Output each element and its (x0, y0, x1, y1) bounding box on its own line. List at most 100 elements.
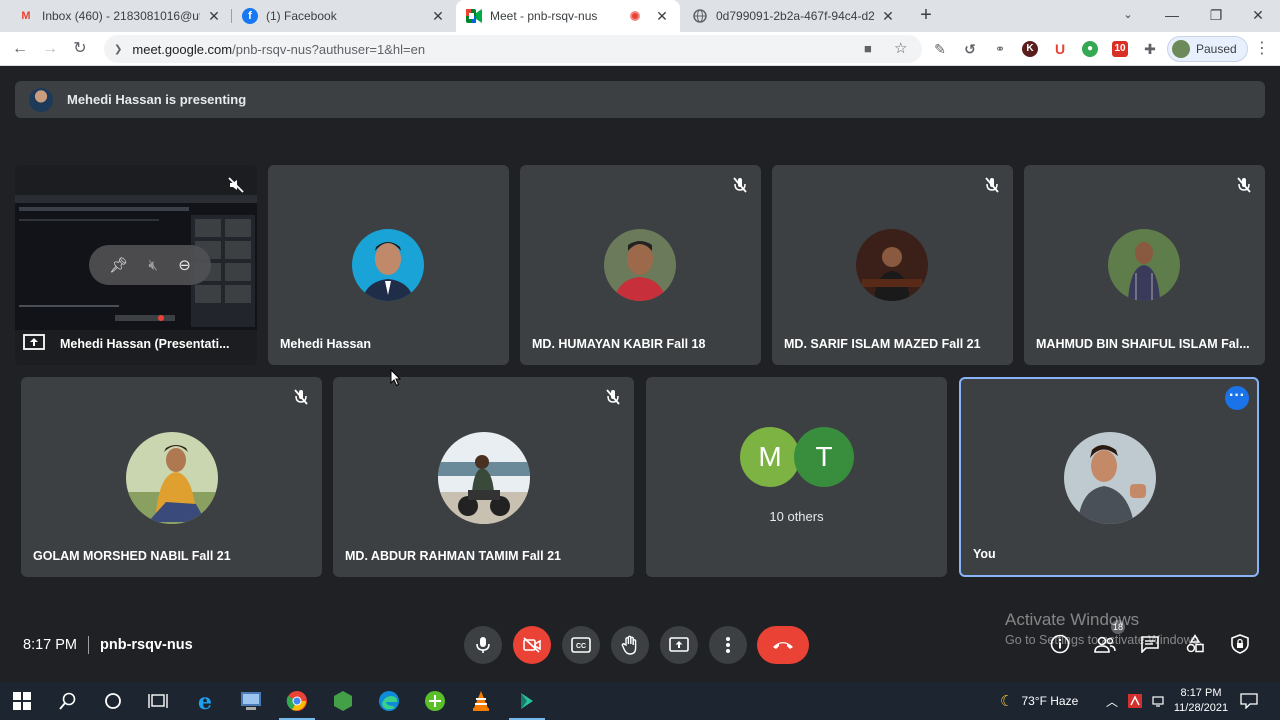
internet-explorer-icon[interactable]: e (193, 689, 217, 713)
cortana-icon[interactable] (101, 689, 125, 713)
participant-tile[interactable]: GOLAM MORSHED NABIL Fall 21 (21, 377, 322, 577)
profile-button[interactable]: Paused (1167, 36, 1248, 62)
hang-up-icon (773, 642, 793, 649)
eyedropper-extension-icon[interactable]: ✎ (932, 41, 948, 57)
link-extension-icon[interactable]: ⚭ (992, 41, 1008, 57)
close-tab-icon[interactable]: ✕ (430, 8, 446, 25)
computer-app-icon[interactable] (239, 689, 263, 713)
participant-tile[interactable]: MAHMUD BIN SHAIFUL ISLAM Fal... (1024, 165, 1265, 365)
windows-taskbar: e ☾ 73°F Haze ︿ 8:17 PM 11/28/2021 (0, 682, 1280, 720)
close-tab-icon[interactable]: ✕ (880, 8, 896, 25)
remove-icon[interactable]: ⊖ (178, 256, 191, 274)
captions-button[interactable]: CC (562, 626, 600, 664)
minimize-button[interactable]: — (1150, 0, 1194, 32)
browser-tab-strip: M Inbox (460) - 2183081016@uttar ✕ f (1)… (0, 0, 1280, 32)
red-extension-icon[interactable]: 10 (1112, 41, 1128, 57)
shield-lock-icon (1231, 634, 1249, 654)
microphone-icon (476, 637, 490, 653)
meeting-code: pnb-rsqv-nus (100, 637, 193, 653)
forward-button[interactable]: → (38, 37, 62, 61)
svg-text:CC: CC (576, 643, 586, 650)
extensions-puzzle-icon[interactable]: ✚ (1142, 41, 1158, 57)
present-now-button[interactable] (660, 626, 698, 664)
k-extension-icon[interactable]: K (1022, 41, 1038, 57)
clock-date: 11/28/2021 (1173, 702, 1229, 714)
participant-name: Mehedi Hassan (Presentati... (60, 337, 230, 351)
more-options-button[interactable] (709, 626, 747, 664)
captions-icon: CC (571, 637, 591, 653)
microphone-button[interactable] (464, 626, 502, 664)
address-bar[interactable]: ❯ meet.google.com/pnb-rsqv-nus?authuser=… (104, 35, 922, 63)
pin-icon[interactable]: 📌︎ (109, 256, 128, 274)
bookmark-star-icon[interactable]: ☆ (894, 39, 907, 57)
participant-name: Mehedi Hassan (280, 337, 372, 351)
gmail-icon: M (21, 10, 31, 22)
adobe-tray-icon[interactable] (1128, 682, 1142, 720)
notification-center-icon[interactable] (1240, 682, 1258, 720)
tab-facebook[interactable]: f (1) Facebook ✕ (232, 0, 456, 32)
more-vert-icon (726, 637, 730, 653)
tab-other[interactable]: 0d799091-2b2a-467f-94c4-d2aa ✕ (682, 0, 906, 32)
tab-meet[interactable]: Meet - pnb-rsqv-nus ✕ (456, 0, 680, 32)
leave-call-button[interactable] (757, 626, 809, 664)
participant-tile[interactable]: Mehedi Hassan (268, 165, 509, 365)
meet-icon (466, 8, 482, 24)
mute-remote-icon[interactable]: 🔇︎ (148, 257, 157, 274)
present-screen-icon (23, 334, 45, 350)
hand-icon (621, 635, 637, 655)
mic-muted-icon (733, 177, 747, 193)
profile-status: Paused (1196, 42, 1237, 56)
camera-off-icon (523, 637, 541, 653)
others-count: 10 others (769, 509, 824, 524)
weather-widget[interactable]: ☾ 73°F Haze (1000, 682, 1078, 720)
watermark-title: Activate Windows (1005, 610, 1140, 629)
network-icon[interactable] (1152, 682, 1166, 720)
tab-search-chevron-icon[interactable]: ⌄ (1106, 0, 1150, 32)
svg-text:e: e (198, 690, 212, 712)
back-button[interactable]: ← (8, 37, 32, 61)
meeting-info: 8:17 PM pnb-rsqv-nus (23, 636, 193, 654)
edge-icon[interactable] (377, 689, 401, 713)
chrome-menu-icon[interactable]: ⋮ (1250, 37, 1274, 61)
activate-windows-watermark: Activate Windows Go to Settings to activ… (1005, 610, 1202, 647)
others-tile[interactable]: M T 10 others (646, 377, 947, 577)
host-controls-button[interactable] (1228, 632, 1252, 656)
task-view-icon[interactable] (146, 689, 170, 713)
u-extension-icon[interactable]: U (1052, 41, 1068, 57)
participant-tile[interactable]: MD. ABDUR RAHMAN TAMIM Fall 21 (333, 377, 634, 577)
close-window-button[interactable]: ✕ (1236, 0, 1280, 32)
participant-tile[interactable]: MD. SARIF ISLAM MAZED Fall 21 (772, 165, 1013, 365)
participant-name: MD. ABDUR RAHMAN TAMIM Fall 21 (345, 549, 561, 563)
maximize-button[interactable]: ❐ (1194, 0, 1238, 32)
reload-button[interactable]: ↻ (68, 37, 92, 61)
green-circle-app-icon[interactable] (423, 689, 447, 713)
avatar (438, 432, 530, 524)
avatar (352, 229, 424, 301)
speaker-muted-icon (228, 177, 244, 193)
camera-toggle-button[interactable] (513, 626, 551, 664)
code-editor-icon[interactable] (509, 689, 545, 720)
tab-gmail[interactable]: M Inbox (460) - 2183081016@uttar ✕ (8, 0, 232, 32)
avatar (856, 229, 928, 301)
participant-tile[interactable]: MD. HUMAYAN KABIR Fall 18 (520, 165, 761, 365)
chrome-taskbar-icon[interactable] (279, 689, 315, 720)
system-clock[interactable]: 8:17 PM 11/28/2021 (1172, 686, 1230, 716)
new-tab-button[interactable]: + (914, 4, 938, 28)
close-tab-icon[interactable]: ✕ (206, 8, 222, 25)
show-hidden-icons[interactable]: ︿ (1106, 682, 1118, 720)
weather-text: 73°F Haze (1021, 694, 1079, 708)
self-tile[interactable]: ··· You (959, 377, 1259, 577)
search-icon[interactable] (56, 689, 80, 713)
presentation-tile[interactable]: 📌︎ 🔇︎ ⊖ Mehedi Hassan (Presentati... (15, 165, 257, 365)
green-extension-icon[interactable]: ● (1082, 41, 1098, 57)
history-extension-icon[interactable]: ↺ (962, 41, 978, 57)
recording-icon (630, 11, 640, 21)
vlc-icon[interactable] (469, 689, 493, 713)
raise-hand-button[interactable] (611, 626, 649, 664)
green-hex-app-icon[interactable] (331, 689, 355, 713)
windows-start-icon[interactable] (10, 689, 34, 713)
more-options-button[interactable]: ··· (1225, 386, 1249, 410)
site-info-icon[interactable]: ❯ (114, 44, 122, 55)
camera-blocked-icon[interactable]: ■ (864, 41, 872, 56)
close-tab-icon[interactable]: ✕ (654, 8, 670, 25)
